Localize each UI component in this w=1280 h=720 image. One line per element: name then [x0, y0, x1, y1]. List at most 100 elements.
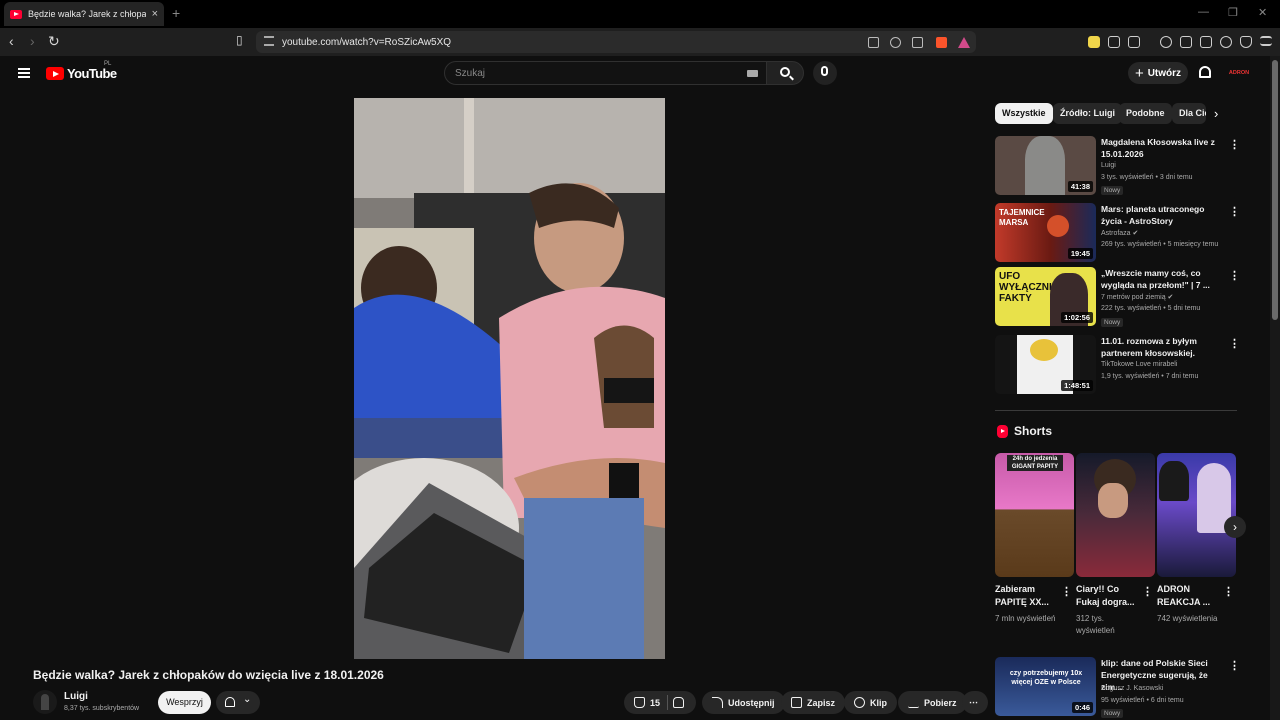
media-icon[interactable] — [1160, 36, 1172, 48]
new-tab-icon[interactable]: + — [172, 5, 180, 21]
address-bar[interactable]: youtube.com/watch?v=RoSZicAw5XQ — [256, 31, 976, 53]
vpn-shield-icon[interactable] — [1240, 36, 1252, 48]
open-tab-icon[interactable] — [868, 37, 879, 48]
video-player[interactable] — [354, 98, 665, 659]
scrollbar-thumb[interactable] — [1272, 60, 1278, 320]
browser-tab[interactable]: Będzie walka? Jarek z chłopaków × — [4, 2, 164, 26]
bookmark-icon[interactable]: ▯ — [236, 33, 243, 47]
wallet-icon[interactable] — [1200, 36, 1212, 48]
zoom-icon[interactable] — [890, 37, 901, 48]
sidebar-icon[interactable] — [1180, 36, 1192, 48]
video-thumbnail[interactable]: 41:38 — [995, 136, 1096, 195]
recommended-channel[interactable]: Luigi — [1101, 162, 1116, 169]
recommended-title[interactable]: Mars: planeta utraconego życia - AstroSt… — [1101, 203, 1219, 227]
chip-from-luigi[interactable]: Źródło: Luigi — [1053, 103, 1122, 124]
download-button[interactable]: Pobierz — [898, 691, 967, 714]
back-icon[interactable]: ‹ — [9, 33, 14, 49]
recommended-item[interactable]: 1:48:51 11.01. rozmowa z byłym partnerem… — [995, 335, 1245, 395]
search-button[interactable] — [766, 61, 804, 85]
brave-shields-icon[interactable] — [936, 37, 947, 48]
video-thumbnail[interactable]: TAJEMNICE MARSA 19:45 — [995, 203, 1096, 262]
clip-button[interactable]: Klip — [844, 691, 897, 714]
guide-menu-icon[interactable] — [18, 68, 30, 78]
short-thumbnail[interactable] — [1157, 453, 1236, 577]
join-button[interactable]: Wesprzyj — [158, 691, 211, 714]
short-item[interactable]: 24h do jedzenia GIGANT PAPITY Zabieram P… — [995, 453, 1074, 625]
subscription-bell-button[interactable]: ⌄ — [216, 691, 260, 714]
chip-related[interactable]: Podobne — [1119, 103, 1172, 124]
voice-search-button[interactable] — [813, 61, 837, 85]
recommended-title[interactable]: Magdalena Kłosowska live z 15.01.2026 — [1101, 136, 1219, 160]
create-button[interactable]: + Utwórz — [1128, 62, 1188, 84]
share-button[interactable]: Udostępnij — [702, 691, 785, 714]
maximize-icon[interactable]: ❐ — [1228, 6, 1238, 19]
extensions-puzzle-icon[interactable] — [1108, 36, 1120, 48]
search-input[interactable]: Szukaj — [444, 61, 767, 85]
like-count[interactable]: 15 — [650, 698, 660, 708]
window-close-icon[interactable]: ✕ — [1258, 6, 1267, 19]
share-icon[interactable] — [912, 37, 923, 48]
recommended-channel[interactable]: TikTokowe Love mirabeli — [1101, 361, 1177, 368]
tab-close-icon[interactable]: × — [152, 8, 158, 20]
account-avatar[interactable]: ADRON — [1228, 65, 1250, 81]
short-title[interactable]: Ciary!! Co Fukaj dogra... — [1076, 583, 1140, 609]
country-code: PL — [104, 61, 112, 67]
browser-menu-icon[interactable] — [1260, 36, 1272, 46]
minimize-icon[interactable]: — — [1198, 6, 1209, 18]
recommended-item[interactable]: UFO WYŁĄCZNIE FAKTY 1:02:56 „Wreszcie ma… — [995, 267, 1245, 327]
more-options-icon[interactable]: ⋮ — [1229, 269, 1240, 282]
more-actions-button[interactable]: ⋯ — [962, 691, 988, 714]
like-icon[interactable] — [634, 697, 645, 708]
leo-ai-icon[interactable] — [1220, 36, 1232, 48]
video-thumbnail[interactable]: UFO WYŁĄCZNIE FAKTY 1:02:56 — [995, 267, 1096, 326]
more-options-icon[interactable]: ⋮ — [1229, 205, 1240, 218]
recommended-title[interactable]: „Wreszcie mamy coś, co wygląda na przeło… — [1101, 267, 1219, 291]
save-bookmark-icon — [791, 697, 802, 708]
download-label: Pobierz — [924, 697, 957, 708]
channel-avatar[interactable] — [33, 690, 57, 714]
video-thumbnail[interactable]: 1:48:51 — [995, 335, 1096, 394]
shorts-next-button[interactable]: › — [1224, 516, 1246, 538]
short-thumbnail[interactable]: 24h do jedzenia GIGANT PAPITY — [995, 453, 1074, 577]
recommended-item[interactable]: TAJEMNICE MARSA 19:45 Mars: planeta utra… — [995, 203, 1245, 263]
recommended-channel[interactable]: Bogusz J. Kasowski — [1101, 685, 1163, 692]
forward-icon[interactable]: › — [30, 33, 35, 49]
brave-rewards-icon[interactable] — [958, 37, 970, 48]
short-item[interactable]: Ciary!! Co Fukaj dogra... 312 tys. wyświ… — [1076, 453, 1155, 637]
short-thumbnail[interactable] — [1076, 453, 1155, 577]
recommended-channel[interactable]: Astrofaza ✔ — [1101, 229, 1138, 237]
more-options-icon[interactable]: ⋮ — [1142, 585, 1153, 598]
notifications-bell-icon[interactable] — [1199, 66, 1211, 78]
channel-name[interactable]: Luigi — [64, 691, 88, 702]
recommended-channel[interactable]: 7 metrów pod ziemią ✔ — [1101, 293, 1173, 301]
extension-yellow-icon[interactable] — [1088, 36, 1100, 48]
page-scrollbar[interactable] — [1270, 56, 1280, 720]
keyboard-icon[interactable] — [747, 70, 758, 77]
video-thumbnail[interactable]: czy potrzebujemy 10x więcej OZE w Polsce… — [995, 657, 1096, 716]
youtube-logo[interactable]: YouTube PL — [46, 61, 117, 81]
recommended-item[interactable]: 41:38 Magdalena Kłosowska live z 15.01.2… — [995, 136, 1245, 196]
dislike-icon[interactable] — [673, 697, 685, 708]
short-item[interactable]: ADRON REAKCJA ... 742 wyświetlenia ⋮ — [1157, 453, 1236, 625]
recommended-meta: 95 wyświetleń • 6 dni temu — [1101, 697, 1184, 704]
youtube-wordmark: YouTube — [67, 66, 117, 81]
chip-all[interactable]: Wszystkie — [995, 103, 1053, 124]
save-button[interactable]: Zapisz — [781, 691, 846, 714]
more-options-icon[interactable]: ⋮ — [1229, 138, 1240, 151]
recommended-item[interactable]: czy potrzebujemy 10x więcej OZE w Polsce… — [995, 657, 1245, 718]
screenshot-icon[interactable] — [1128, 36, 1140, 48]
short-title[interactable]: ADRON REAKCJA ... — [1157, 583, 1221, 609]
site-settings-icon[interactable] — [264, 36, 274, 46]
chip-for-you[interactable]: Dla Ciebie — [1172, 103, 1206, 124]
more-options-icon[interactable]: ⋮ — [1223, 585, 1234, 598]
more-options-icon[interactable]: ⋮ — [1229, 659, 1240, 672]
subscriber-count: 8,37 tys. subskrybentów — [64, 705, 140, 712]
more-options-icon[interactable]: ⋮ — [1229, 337, 1240, 350]
recommended-title[interactable]: 11.01. rozmowa z byłym partnerem kłosows… — [1101, 335, 1219, 359]
short-title[interactable]: Zabieram PAPITĘ XX... — [995, 583, 1059, 609]
more-options-icon[interactable]: ⋮ — [1061, 585, 1072, 598]
chips-next-icon[interactable]: › — [1214, 106, 1218, 121]
thumbnail-caption: TAJEMNICE MARSA — [999, 208, 1045, 227]
reload-icon[interactable]: ↻ — [48, 33, 60, 50]
short-views: 312 tys. wyświetleń — [1076, 614, 1115, 635]
